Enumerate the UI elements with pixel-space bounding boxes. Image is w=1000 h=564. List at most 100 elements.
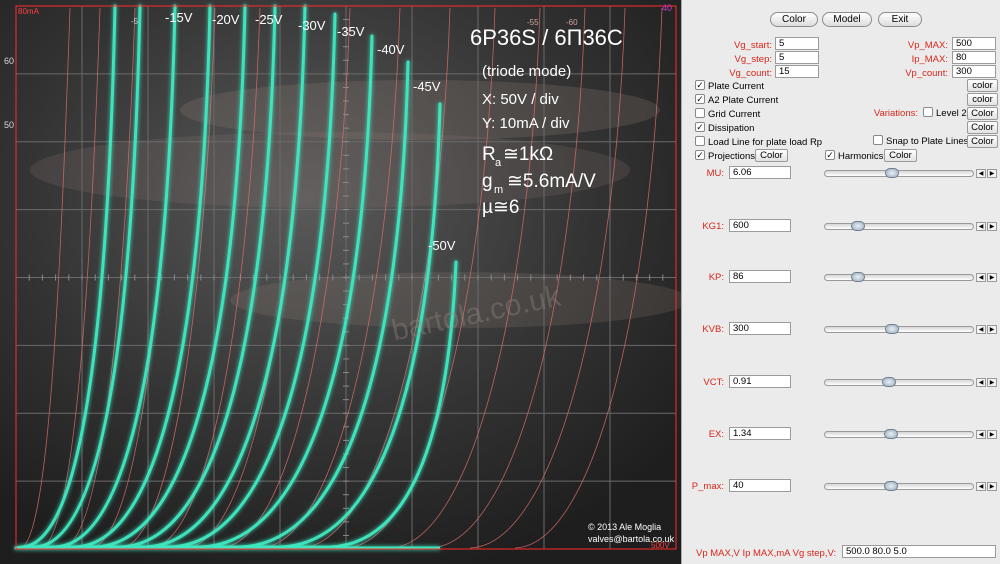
a2-plate-current-label: A2 Plate Current [708, 95, 779, 106]
model-param-pmax: P_max: 40 ◀ ▶ [682, 479, 1000, 493]
vg-count-input[interactable]: 15 [775, 65, 819, 78]
control-panel: Color Model Exit Vg_start: 5 Vg_step: 5 … [681, 0, 1000, 564]
a2-plate-current-color-button[interactable]: color [967, 93, 998, 106]
arrow-right-icon[interactable]: ▶ [987, 169, 997, 178]
model-param-vct: VCT: 0.91 ◀ ▶ [682, 375, 1000, 389]
arrow-left-icon[interactable]: ◀ [976, 482, 986, 491]
harmonics-color-button[interactable]: Color [884, 149, 917, 162]
copyright-text: © 2013 Ale Moglia [588, 522, 661, 532]
projections-color-button[interactable]: Color [755, 149, 788, 162]
arrow-left-icon[interactable]: ◀ [976, 169, 986, 178]
arrow-right-icon[interactable]: ▶ [987, 273, 997, 282]
param-slider[interactable]: ◀ ▶ [824, 377, 998, 388]
dissipation-color-button[interactable]: Color [967, 121, 998, 134]
bottom-summary-input[interactable]: 500.0 80.0 5.0 [842, 545, 996, 558]
arrow-left-icon[interactable]: ◀ [976, 378, 986, 387]
ra-subscript: a [495, 157, 502, 169]
tick-label: -5 [131, 17, 139, 26]
variations-color-button[interactable]: Color [967, 107, 998, 120]
param-label: KVB: [702, 324, 724, 335]
snap-label: Snap to Plate Lines [886, 136, 969, 147]
param-label: EX: [708, 429, 724, 440]
plot-canvas: 80mA 40 500V 60 50 -5 -55 -60 -15V -20V … [0, 0, 681, 564]
slider-thumb[interactable] [885, 168, 900, 178]
param-slider[interactable]: ◀ ▶ [824, 221, 998, 232]
param-slider[interactable]: ◀ ▶ [824, 481, 998, 492]
arrow-left-icon[interactable]: ◀ [976, 222, 986, 231]
slider-thumb[interactable] [883, 481, 898, 491]
arrow-right-icon[interactable]: ▶ [987, 222, 997, 231]
param-label: P_max: [691, 481, 724, 492]
a2-plate-current-checkbox[interactable]: ✓ [695, 94, 705, 104]
arrow-right-icon[interactable]: ▶ [987, 430, 997, 439]
param-slider[interactable]: ◀ ▶ [824, 429, 998, 440]
gm-value: ≅5.6mA/V [507, 171, 596, 192]
harmonics-label: Harmonics [838, 151, 884, 162]
corner-label-top-right: 40 [662, 3, 672, 13]
curve-plot: 80mA 40 500V 60 50 -5 -55 -60 -15V -20V … [0, 0, 681, 564]
model-button[interactable]: Model [822, 12, 872, 27]
ra-value: ≅1kΩ [503, 144, 553, 165]
param-input[interactable]: 300 [729, 322, 791, 335]
vg-start-input[interactable]: 5 [775, 37, 819, 50]
arrow-left-icon[interactable]: ◀ [976, 430, 986, 439]
ra-symbol: R [482, 144, 496, 165]
load-line-color-button[interactable]: Color [967, 135, 998, 148]
vp-max-label: Vp_MAX: [907, 40, 948, 51]
dissipation-checkbox[interactable]: ✓ [695, 122, 705, 132]
model-param-kvb: KVB: 300 ◀ ▶ [682, 322, 1000, 336]
param-input[interactable]: 600 [729, 219, 791, 232]
param-input[interactable]: 0.91 [729, 375, 791, 388]
exit-button[interactable]: Exit [878, 12, 922, 27]
curve-label: -30V [298, 18, 326, 33]
model-param-kg1: KG1: 600 ◀ ▶ [682, 219, 1000, 233]
vp-count-input[interactable]: 300 [952, 65, 996, 78]
color-button[interactable]: Color [770, 12, 818, 27]
harmonics-checkbox[interactable]: ✓ [825, 150, 835, 160]
param-slider[interactable]: ◀ ▶ [824, 168, 998, 179]
curve-label: -15V [165, 10, 193, 25]
load-line-checkbox[interactable] [695, 136, 705, 146]
slider-thumb[interactable] [885, 324, 900, 334]
axis-label: 60 [4, 56, 14, 66]
vp-count-label: Vp_count: [905, 68, 948, 79]
plate-current-checkbox[interactable]: ✓ [695, 80, 705, 90]
slider-thumb[interactable] [851, 221, 866, 231]
vg-step-input[interactable]: 5 [775, 51, 819, 64]
projections-checkbox[interactable]: ✓ [695, 150, 705, 160]
x-scale-label: X: 50V / div [482, 91, 559, 108]
level2-checkbox[interactable] [923, 107, 933, 117]
param-input[interactable]: 6.06 [729, 166, 791, 179]
grid-current-checkbox[interactable] [695, 108, 705, 118]
mode-label: (triode mode) [482, 63, 571, 80]
model-param-kp: KP: 86 ◀ ▶ [682, 270, 1000, 284]
param-slider[interactable]: ◀ ▶ [824, 324, 998, 335]
slider-thumb[interactable] [883, 429, 898, 439]
curve-label: -40V [377, 42, 405, 57]
ip-max-input[interactable]: 80 [952, 51, 996, 64]
param-input[interactable]: 1.34 [729, 427, 791, 440]
arrow-left-icon[interactable]: ◀ [976, 325, 986, 334]
load-line-label: Load Line for plate load Rp [708, 137, 823, 148]
param-label: KG1: [702, 221, 724, 232]
arrow-right-icon[interactable]: ▶ [987, 378, 997, 387]
arrow-right-icon[interactable]: ▶ [987, 482, 997, 491]
slider-thumb[interactable] [882, 377, 897, 387]
curve-label: -35V [337, 24, 365, 39]
param-label: VCT: [703, 377, 724, 388]
curve-label: -25V [255, 12, 283, 27]
vg-start-label: Vg_start: [733, 40, 772, 51]
param-slider[interactable]: ◀ ▶ [824, 272, 998, 283]
snap-checkbox[interactable] [873, 135, 883, 145]
model-param-mu: MU: 6.06 ◀ ▶ [682, 166, 1000, 180]
corner-label-top-left: 80mA [18, 7, 40, 16]
arrow-left-icon[interactable]: ◀ [976, 273, 986, 282]
plate-current-color-button[interactable]: color [967, 79, 998, 92]
arrow-right-icon[interactable]: ▶ [987, 325, 997, 334]
slider-thumb[interactable] [851, 272, 866, 282]
curve-label: -20V [212, 12, 240, 27]
vp-max-input[interactable]: 500 [952, 37, 996, 50]
axis-label: 50 [4, 120, 14, 130]
param-input[interactable]: 86 [729, 270, 791, 283]
param-input[interactable]: 40 [729, 479, 791, 492]
